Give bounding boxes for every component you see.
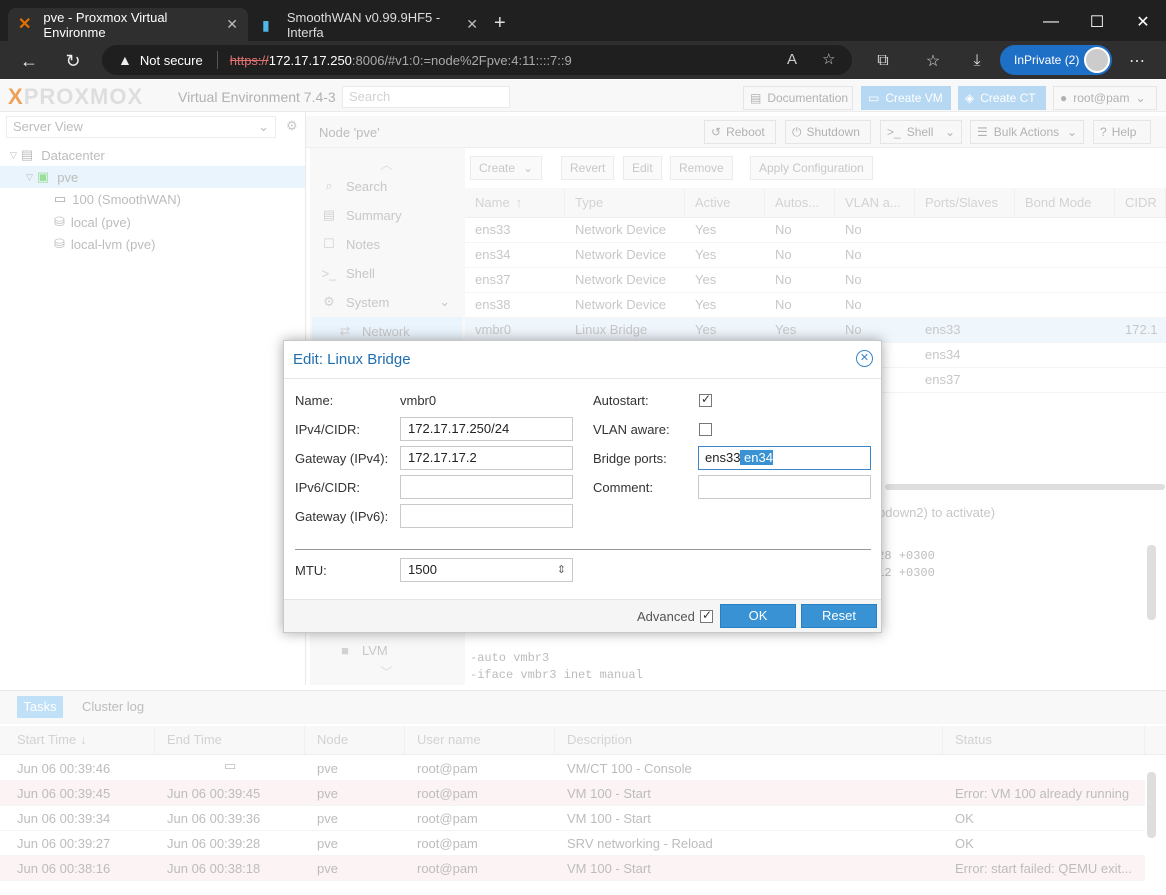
ipv6-label: IPv6/CIDR: (295, 480, 361, 495)
bridge-ports-text: ens33 (705, 450, 741, 465)
favorites-icon[interactable]: ☆ (918, 46, 948, 76)
bridge-ports-selection: en34 (740, 450, 773, 465)
url-scheme: https:// (229, 52, 269, 68)
mtu-field[interactable]: 1500 ⇕ (400, 558, 573, 582)
maximize-icon[interactable]: ☐ (1074, 0, 1120, 44)
refresh-icon[interactable]: ↻ (58, 46, 88, 76)
close-window-icon[interactable]: ✕ (1120, 0, 1166, 44)
ipv4-label: IPv4/CIDR: (295, 422, 361, 437)
ok-button[interactable]: OK (720, 604, 796, 628)
comment-label: Comment: (593, 480, 653, 495)
comment-field[interactable] (698, 475, 871, 499)
gateway-ipv4-label: Gateway (IPv4): (295, 451, 389, 466)
check-icon: ✓ (701, 392, 712, 406)
favorite-add-icon[interactable]: ☆ (822, 50, 835, 68)
security-label: Not secure (139, 52, 203, 68)
downloads-icon[interactable]: ⤓ (962, 46, 992, 76)
minimize-icon[interactable]: — (1028, 0, 1074, 44)
more-icon[interactable]: ⋯ (1122, 46, 1152, 76)
advanced-checkbox[interactable]: ✓ (700, 608, 713, 623)
url-host: 172.17.17.250 (268, 52, 352, 68)
dialog-title: Edit: Linux Bridge (293, 351, 411, 368)
warning-icon: ▲ (118, 52, 132, 68)
tab-proxmox[interactable]: ✕ pve - Proxmox Virtual Environme ✕ (8, 8, 248, 41)
new-tab-icon[interactable]: + (494, 12, 506, 35)
gateway-ipv6-field[interactable] (400, 504, 573, 528)
close-icon[interactable]: ✕ (856, 350, 873, 367)
tab-title: SmoothWAN v0.99.9HF5 - Interfa (286, 9, 441, 40)
ipv6-cidr-field[interactable] (400, 475, 573, 499)
inprivate-label: InPrivate (2) (1014, 53, 1080, 67)
check-icon: ✓ (702, 608, 713, 622)
bridge-ports-label: Bridge ports: (593, 451, 667, 466)
address-bar[interactable]: ▲ Not secure https:// 172.17.17.250 :800… (102, 45, 852, 75)
name-value: vmbr0 (400, 393, 437, 408)
proxmox-icon: ✕ (18, 15, 32, 33)
extensions-icon[interactable]: ⧉ (868, 46, 898, 76)
edit-linux-bridge-dialog: Edit: Linux Bridge ✕ Name: vmbr0 IPv4/CI… (283, 340, 882, 633)
advanced-label: Advanced (637, 609, 695, 624)
reset-button[interactable]: Reset (801, 604, 877, 628)
ipv4-cidr-field[interactable]: 172.17.17.250/24 (400, 417, 573, 441)
name-label: Name: (295, 393, 334, 408)
tab-title: pve - Proxmox Virtual Environme (43, 9, 168, 40)
tab-smoothwan[interactable]: ▮ SmoothWAN v0.99.9HF5 - Interfa ✕ (252, 8, 488, 41)
close-tab-icon[interactable]: ✕ (226, 16, 238, 33)
bridge-ports-field[interactable]: ens33 en34 (698, 446, 871, 470)
autostart-checkbox[interactable]: ✓ (699, 392, 712, 407)
smoothwan-icon: ▮ (262, 16, 270, 33)
inprivate-button[interactable]: InPrivate (2) (1000, 45, 1112, 75)
gateway-ipv4-field[interactable]: 172.17.17.2 (400, 446, 573, 470)
autostart-label: Autostart: (593, 393, 649, 408)
spinner-icon[interactable]: ⇕ (557, 559, 566, 581)
vlan-aware-checkbox[interactable] (699, 423, 712, 436)
close-tab-icon[interactable]: ✕ (466, 16, 478, 33)
read-aloud-icon[interactable]: A (787, 51, 797, 68)
avatar (1084, 47, 1110, 73)
dialog-footer: Advanced ✓ OK Reset (284, 599, 881, 632)
url-path: :8006/#v1:0:=node%2Fpve:4:11::::7::9 (351, 52, 572, 68)
mtu-label: MTU: (295, 563, 327, 578)
vlan-aware-label: VLAN aware: (593, 422, 670, 437)
back-icon[interactable]: ← (14, 46, 44, 76)
gateway-ipv6-label: Gateway (IPv6): (295, 509, 389, 524)
divider (216, 51, 218, 69)
divider (295, 549, 871, 550)
dialog-header: Edit: Linux Bridge ✕ (284, 341, 881, 379)
